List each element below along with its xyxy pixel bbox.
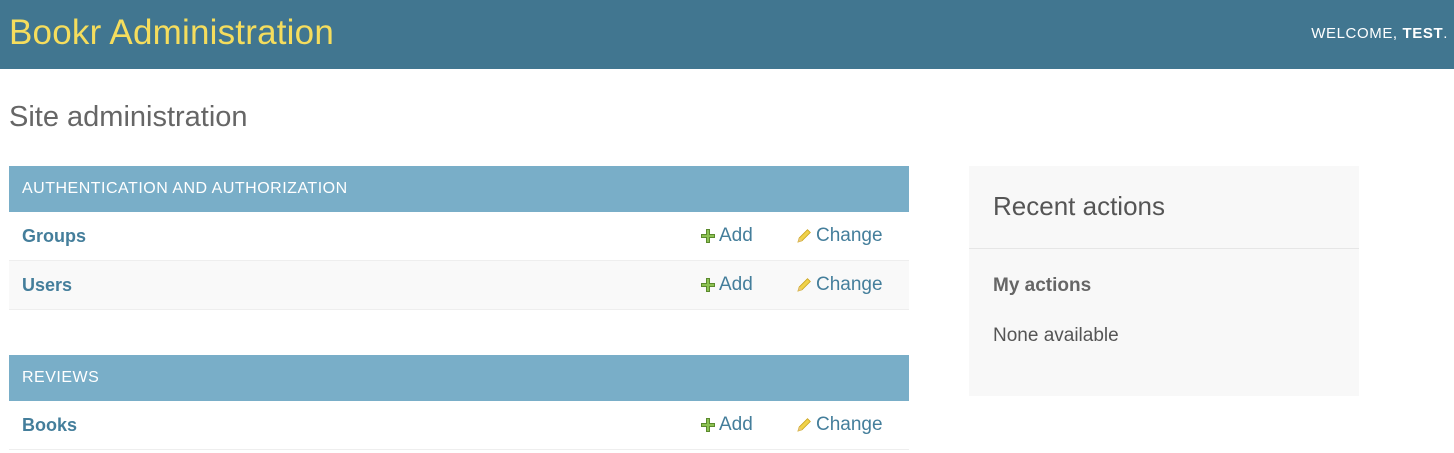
plus-icon	[701, 278, 715, 292]
app-module-auth: AUTHENTICATION AND AUTHORIZATION Groups …	[9, 166, 909, 310]
change-label: Change	[816, 225, 883, 246]
add-groups-link[interactable]: Add	[701, 225, 753, 247]
change-groups-link[interactable]: Change	[796, 225, 883, 247]
empty-actions-text: None available	[993, 325, 1119, 346]
pencil-icon	[797, 278, 811, 292]
model-row-books: Books Add Change	[9, 401, 909, 450]
add-label: Add	[719, 225, 753, 246]
page-title: Site administration	[9, 101, 248, 133]
site-header: Bookr Administration WELCOME, TEST.	[0, 0, 1454, 69]
welcome-text: WELCOME,	[1311, 25, 1403, 42]
change-users-link[interactable]: Change	[796, 274, 883, 296]
plus-icon	[701, 229, 715, 243]
pencil-icon	[797, 418, 811, 432]
add-books-link[interactable]: Add	[701, 414, 753, 436]
add-users-link[interactable]: Add	[701, 274, 753, 296]
change-label: Change	[816, 414, 883, 435]
pencil-icon	[797, 229, 811, 243]
recent-actions-divider	[969, 248, 1359, 249]
site-branding-title[interactable]: Bookr Administration	[9, 12, 334, 54]
change-label: Change	[816, 274, 883, 295]
recent-actions-panel: Recent actions My actions None available	[969, 166, 1359, 396]
model-link-users[interactable]: Users	[22, 274, 72, 296]
change-books-link[interactable]: Change	[796, 414, 883, 436]
model-row-groups: Groups Add Change	[9, 212, 909, 261]
recent-actions-title: Recent actions	[993, 191, 1165, 221]
module-caption-auth[interactable]: AUTHENTICATION AND AUTHORIZATION	[9, 166, 909, 212]
add-label: Add	[719, 414, 753, 435]
add-label: Add	[719, 274, 753, 295]
app-module-reviews: REVIEWS Books Add Change	[9, 355, 909, 450]
model-link-books[interactable]: Books	[22, 414, 77, 436]
user-tools: WELCOME, TEST.	[1311, 24, 1448, 44]
model-link-groups[interactable]: Groups	[22, 225, 86, 247]
plus-icon	[701, 418, 715, 432]
username: TEST	[1402, 25, 1444, 42]
welcome-suffix: .	[1443, 25, 1448, 42]
model-row-users: Users Add Change	[9, 261, 909, 310]
module-caption-reviews[interactable]: REVIEWS	[9, 355, 909, 401]
my-actions-heading: My actions	[993, 275, 1092, 296]
